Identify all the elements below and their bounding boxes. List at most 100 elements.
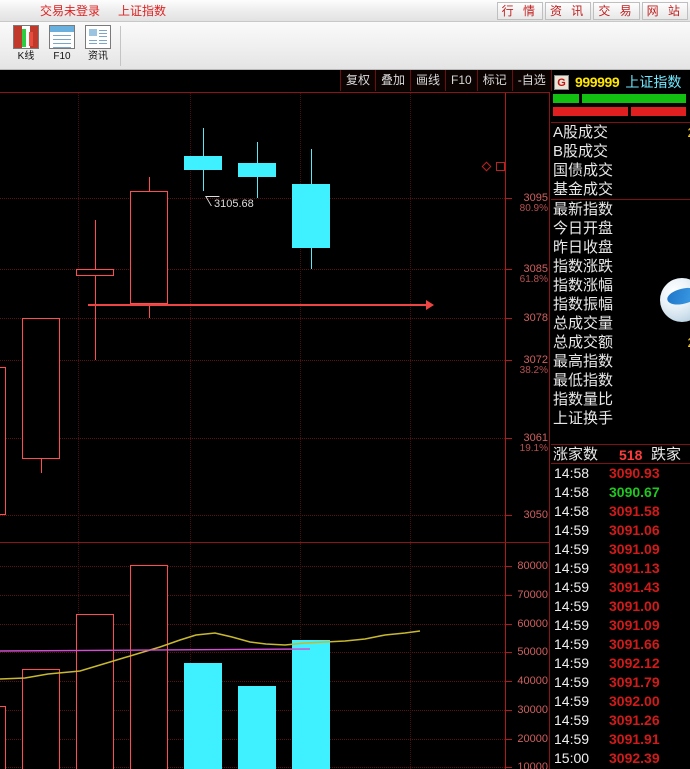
diamond-marker-icon[interactable] xyxy=(481,161,492,172)
tick-price: 3091.09 xyxy=(609,541,660,557)
tick-row[interactable]: 14:59 3091.00 xyxy=(551,597,690,616)
volume-axis-tick xyxy=(506,738,512,740)
price-chart-panel[interactable]: 3105.68 3095 80.9% 3085 61.8% 3078 3072 38.2% 3… xyxy=(0,92,550,542)
tick-row[interactable]: 14:58 3090.93 xyxy=(551,464,690,483)
decliners-label: 跌家 xyxy=(651,446,682,463)
tick-row[interactable]: 14:59 3091.91 xyxy=(551,730,690,749)
price-axis-tick xyxy=(506,360,512,362)
volume-axis: 80000 70000 60000 50000 40000 30000 20000 10000 xyxy=(505,543,550,769)
breadth-header: 涨家数 518 跌家 xyxy=(551,444,690,464)
tick-price: 3091.91 xyxy=(609,731,660,747)
tick-price: 3091.66 xyxy=(609,636,660,652)
current-symbol-link[interactable]: 上证指数 xyxy=(118,3,166,19)
price-axis-tick xyxy=(506,268,512,270)
tick-row[interactable]: 14:58 3091.58 xyxy=(551,502,690,521)
price-axis-ratio-label: 61.8% xyxy=(519,273,548,285)
tick-time: 14:59 xyxy=(554,674,590,690)
tick-row[interactable]: 14:59 3091.09 xyxy=(551,616,690,635)
toolbar-news-label: 资讯 xyxy=(88,51,108,62)
volume-axis-label: 80000 xyxy=(517,560,548,572)
titlebar: 交易未登录 上证指数 行 情 资 讯 交 易 网 站 xyxy=(0,0,690,22)
volume-axis-label: 20000 xyxy=(517,732,548,745)
candlestick-icon xyxy=(13,25,39,49)
menu-quotes[interactable]: 行 情 xyxy=(496,2,543,20)
tick-row[interactable]: 14:58 3090.67 xyxy=(551,483,690,502)
tick-row[interactable]: 14:59 3091.13 xyxy=(551,559,690,578)
volume-axis-label: 40000 xyxy=(517,675,548,687)
price-axis-tick xyxy=(506,318,512,319)
chart-tool-watchlist[interactable]: -自选 xyxy=(512,70,552,91)
square-marker-icon[interactable] xyxy=(496,162,505,171)
quote-field-row: 总成交额20 xyxy=(551,333,690,352)
tick-price: 3091.06 xyxy=(609,522,660,538)
candlestick xyxy=(238,93,276,542)
advancers-label: 涨家数 xyxy=(553,446,599,463)
tick-row[interactable]: 14:59 3091.06 xyxy=(551,521,690,540)
tick-price: 3091.09 xyxy=(609,617,660,633)
candle-body xyxy=(130,191,168,304)
toolbar-kline-label: K线 xyxy=(17,51,35,62)
news-icon xyxy=(85,25,111,49)
tick-price: 3090.93 xyxy=(609,465,660,481)
tick-row[interactable]: 14:59 3091.66 xyxy=(551,635,690,654)
volume-axis-label: 50000 xyxy=(517,646,548,659)
price-plot-area[interactable]: 3105.68 xyxy=(0,93,505,542)
tick-row[interactable]: 14:59 3091.43 xyxy=(551,578,690,597)
red-ratio-bar xyxy=(553,107,686,116)
tick-price: 3092.39 xyxy=(609,750,660,766)
chart-tool-overlay[interactable]: 叠加 xyxy=(376,70,412,91)
chart-tool-drawline[interactable]: 画线 xyxy=(411,70,447,91)
volume-axis-tick xyxy=(506,566,512,567)
tick-time: 14:58 xyxy=(554,484,590,500)
volume-plot-area[interactable] xyxy=(0,543,505,769)
price-axis-label: 3078 xyxy=(523,312,548,324)
toolbar-news-button[interactable]: 资讯 xyxy=(80,25,116,67)
toolbar-f10-button[interactable]: F10 xyxy=(44,25,80,67)
volume-axis-label: 30000 xyxy=(517,703,548,716)
chart-tool-mark[interactable]: 标记 xyxy=(477,70,513,91)
tick-row[interactable]: 14:59 3091.26 xyxy=(551,711,690,730)
quote-field-row: 上证换手 xyxy=(551,409,690,428)
price-axis-label: 3050 xyxy=(523,508,548,521)
buy-sell-ratio-bars xyxy=(553,94,688,120)
tick-price: 3090.67 xyxy=(609,484,660,500)
quote-field-row: 指数涨跌 xyxy=(551,257,690,276)
tick-row[interactable]: 14:59 3092.12 xyxy=(551,654,690,673)
candlestick xyxy=(0,93,6,542)
toolbar-kline-button[interactable]: K线 xyxy=(8,25,44,67)
chart-toolbar: 复权 叠加 画线 F10 标记 -自选 xyxy=(340,70,552,92)
chart-tool-f10[interactable]: F10 xyxy=(446,70,478,91)
volume-chart-panel[interactable]: 80000 70000 60000 50000 40000 30000 20000 10000 xyxy=(0,542,550,769)
trend-line[interactable] xyxy=(88,303,428,306)
tick-row[interactable]: 14:59 3091.79 xyxy=(551,673,690,692)
tick-row[interactable]: 14:59 3091.09 xyxy=(551,540,690,559)
menu-trade[interactable]: 交 易 xyxy=(593,2,640,20)
tick-row[interactable]: 14:59 3092.00 xyxy=(551,692,690,711)
menu-website[interactable]: 网 站 xyxy=(641,2,688,20)
candle-body xyxy=(0,367,6,515)
quote-field-row: B股成交 xyxy=(551,142,690,161)
chart-tool-adjust[interactable]: 复权 xyxy=(340,70,377,91)
tick-time: 14:59 xyxy=(554,598,590,614)
tick-time: 14:59 xyxy=(554,541,590,557)
volume-axis-tick xyxy=(506,681,512,682)
advancers-count: 518 xyxy=(619,447,643,463)
tick-row[interactable]: 15:00 3092.39 xyxy=(551,749,690,768)
volume-ma-overlay xyxy=(0,630,421,680)
titlebar-links: 交易未登录 上证指数 xyxy=(40,3,166,19)
login-status-link[interactable]: 交易未登录 xyxy=(40,3,100,19)
quote-fields-list: A股成交20B股成交国债成交9基金成交最新指数今日开盘昨日收盘指数涨跌指数涨幅指… xyxy=(551,122,690,428)
quote-field-label: 指数量比 xyxy=(553,391,614,408)
tick-list[interactable]: 涨家数 518 跌家 14:58 3090.93 14:58 3090.67 14:58 309… xyxy=(551,444,690,769)
quote-field-row: 指数量比 xyxy=(551,390,690,409)
document-icon xyxy=(49,25,75,49)
quote-field-row: 今日开盘 xyxy=(551,219,690,238)
tick-time: 14:58 xyxy=(554,503,590,519)
quote-field-row: 基金成交 xyxy=(551,180,690,199)
candle-body xyxy=(292,184,330,248)
quote-header: G 999999 上证指数 xyxy=(552,70,690,94)
trading-terminal-window: 交易未登录 上证指数 行 情 资 讯 交 易 网 站 K线 F10 资讯 复权 xyxy=(0,0,690,769)
candle-body xyxy=(238,163,276,178)
quote-field-label: 最高指数 xyxy=(553,353,614,370)
menu-news[interactable]: 资 讯 xyxy=(544,2,592,20)
